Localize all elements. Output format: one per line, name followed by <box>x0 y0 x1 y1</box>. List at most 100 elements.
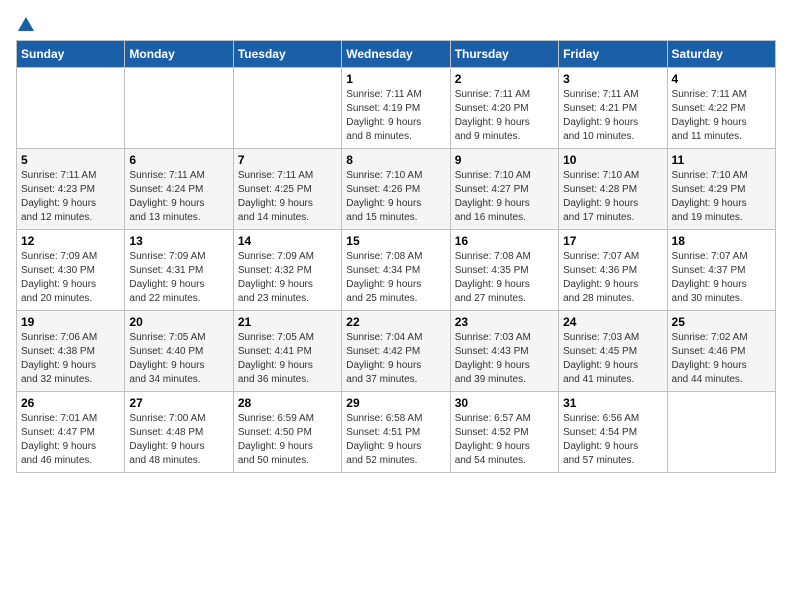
day-number: 20 <box>129 315 228 329</box>
weekday-header-sunday: Sunday <box>17 41 125 68</box>
calendar-cell: 6 Sunrise: 7:11 AM Sunset: 4:24 PM Daylig… <box>125 149 233 230</box>
calendar-cell: 4 Sunrise: 7:11 AM Sunset: 4:22 PM Daylig… <box>667 68 775 149</box>
weekday-header-friday: Friday <box>559 41 667 68</box>
day-number: 11 <box>672 153 771 167</box>
day-info: Sunrise: 7:11 AM Sunset: 4:24 PM Dayligh… <box>129 169 228 225</box>
calendar-week-row: 19 Sunrise: 7:06 AM Sunset: 4:38 PM Dayli… <box>17 311 776 392</box>
calendar-cell: 1 Sunrise: 7:11 AM Sunset: 4:19 PM Daylig… <box>342 68 450 149</box>
day-info: Sunrise: 7:09 AM Sunset: 4:30 PM Dayligh… <box>21 250 120 306</box>
day-info: Sunrise: 7:09 AM Sunset: 4:31 PM Dayligh… <box>129 250 228 306</box>
weekday-header-monday: Monday <box>125 41 233 68</box>
day-info: Sunrise: 7:05 AM Sunset: 4:41 PM Dayligh… <box>238 331 337 387</box>
day-info: Sunrise: 7:07 AM Sunset: 4:36 PM Dayligh… <box>563 250 662 306</box>
day-info: Sunrise: 7:00 AM Sunset: 4:48 PM Dayligh… <box>129 412 228 468</box>
day-info: Sunrise: 6:59 AM Sunset: 4:50 PM Dayligh… <box>238 412 337 468</box>
calendar-table: SundayMondayTuesdayWednesdayThursdayFrid… <box>16 40 776 473</box>
calendar-cell: 12 Sunrise: 7:09 AM Sunset: 4:30 PM Dayli… <box>17 230 125 311</box>
day-number: 18 <box>672 234 771 248</box>
calendar-cell: 17 Sunrise: 7:07 AM Sunset: 4:36 PM Dayli… <box>559 230 667 311</box>
day-info: Sunrise: 7:08 AM Sunset: 4:34 PM Dayligh… <box>346 250 445 306</box>
calendar-week-row: 12 Sunrise: 7:09 AM Sunset: 4:30 PM Dayli… <box>17 230 776 311</box>
day-number: 21 <box>238 315 337 329</box>
day-number: 25 <box>672 315 771 329</box>
day-number: 26 <box>21 396 120 410</box>
calendar-cell <box>17 68 125 149</box>
weekday-header-wednesday: Wednesday <box>342 41 450 68</box>
calendar-cell: 21 Sunrise: 7:05 AM Sunset: 4:41 PM Dayli… <box>233 311 341 392</box>
calendar-cell: 22 Sunrise: 7:04 AM Sunset: 4:42 PM Dayli… <box>342 311 450 392</box>
calendar-cell: 7Sunrise: 7:11 AM Sunset: 4:25 PM Daylig… <box>233 149 341 230</box>
day-info: Sunrise: 7:03 AM Sunset: 4:45 PM Dayligh… <box>563 331 662 387</box>
day-number: 3 <box>563 72 662 86</box>
day-info: Sunrise: 7:10 AM Sunset: 4:27 PM Dayligh… <box>455 169 554 225</box>
day-info: Sunrise: 7:06 AM Sunset: 4:38 PM Dayligh… <box>21 331 120 387</box>
day-info: Sunrise: 7:11 AM Sunset: 4:20 PM Dayligh… <box>455 88 554 144</box>
calendar-cell: 14 Sunrise: 7:09 AM Sunset: 4:32 PM Dayli… <box>233 230 341 311</box>
calendar-cell: 30 Sunrise: 6:57 AM Sunset: 4:52 PM Dayli… <box>450 392 558 473</box>
calendar-cell: 25 Sunrise: 7:02 AM Sunset: 4:46 PM Dayli… <box>667 311 775 392</box>
day-number: 12 <box>21 234 120 248</box>
calendar-week-row: 5 Sunrise: 7:11 AM Sunset: 4:23 PM Daylig… <box>17 149 776 230</box>
day-info: Sunrise: 6:58 AM Sunset: 4:51 PM Dayligh… <box>346 412 445 468</box>
day-info: Sunrise: 7:04 AM Sunset: 4:42 PM Dayligh… <box>346 331 445 387</box>
day-info: Sunrise: 7:08 AM Sunset: 4:35 PM Dayligh… <box>455 250 554 306</box>
calendar-cell <box>125 68 233 149</box>
calendar-cell: 27 Sunrise: 7:00 AM Sunset: 4:48 PM Dayli… <box>125 392 233 473</box>
calendar-cell: 19 Sunrise: 7:06 AM Sunset: 4:38 PM Dayli… <box>17 311 125 392</box>
day-number: 22 <box>346 315 445 329</box>
day-number: 1 <box>346 72 445 86</box>
day-number: 16 <box>455 234 554 248</box>
day-info: Sunrise: 7:11 AM Sunset: 4:25 PM Dayligh… <box>238 169 337 225</box>
day-number: 19 <box>21 315 120 329</box>
day-number: 23 <box>455 315 554 329</box>
day-number: 17 <box>563 234 662 248</box>
calendar-week-row: 1 Sunrise: 7:11 AM Sunset: 4:19 PM Daylig… <box>17 68 776 149</box>
day-number: 5 <box>21 153 120 167</box>
calendar-cell: 13 Sunrise: 7:09 AM Sunset: 4:31 PM Dayli… <box>125 230 233 311</box>
calendar-cell: 16 Sunrise: 7:08 AM Sunset: 4:35 PM Dayli… <box>450 230 558 311</box>
calendar-cell: 24Sunrise: 7:03 AM Sunset: 4:45 PM Dayli… <box>559 311 667 392</box>
day-info: Sunrise: 7:11 AM Sunset: 4:22 PM Dayligh… <box>672 88 771 144</box>
day-info: Sunrise: 7:10 AM Sunset: 4:26 PM Dayligh… <box>346 169 445 225</box>
day-number: 29 <box>346 396 445 410</box>
calendar-cell: 18 Sunrise: 7:07 AM Sunset: 4:37 PM Dayli… <box>667 230 775 311</box>
day-info: Sunrise: 7:02 AM Sunset: 4:46 PM Dayligh… <box>672 331 771 387</box>
calendar-cell: 23 Sunrise: 7:03 AM Sunset: 4:43 PM Dayli… <box>450 311 558 392</box>
calendar-cell: 15 Sunrise: 7:08 AM Sunset: 4:34 PM Dayli… <box>342 230 450 311</box>
day-number: 27 <box>129 396 228 410</box>
day-info: Sunrise: 7:10 AM Sunset: 4:29 PM Dayligh… <box>672 169 771 225</box>
calendar-cell: 9Sunrise: 7:10 AM Sunset: 4:27 PM Daylig… <box>450 149 558 230</box>
day-number: 15 <box>346 234 445 248</box>
day-number: 2 <box>455 72 554 86</box>
page-header <box>16 16 776 30</box>
calendar-cell: 3 Sunrise: 7:11 AM Sunset: 4:21 PM Daylig… <box>559 68 667 149</box>
weekday-header-saturday: Saturday <box>667 41 775 68</box>
logo-icon <box>17 16 35 34</box>
day-number: 30 <box>455 396 554 410</box>
day-number: 14 <box>238 234 337 248</box>
day-info: Sunrise: 7:11 AM Sunset: 4:23 PM Dayligh… <box>21 169 120 225</box>
day-number: 13 <box>129 234 228 248</box>
day-number: 31 <box>563 396 662 410</box>
day-number: 6 <box>129 153 228 167</box>
calendar-cell: 8Sunrise: 7:10 AM Sunset: 4:26 PM Daylig… <box>342 149 450 230</box>
calendar-week-row: 26 Sunrise: 7:01 AM Sunset: 4:47 PM Dayli… <box>17 392 776 473</box>
calendar-cell: 10Sunrise: 7:10 AM Sunset: 4:28 PM Dayli… <box>559 149 667 230</box>
calendar-cell: 29 Sunrise: 6:58 AM Sunset: 4:51 PM Dayli… <box>342 392 450 473</box>
day-info: Sunrise: 6:56 AM Sunset: 4:54 PM Dayligh… <box>563 412 662 468</box>
day-number: 10 <box>563 153 662 167</box>
day-number: 4 <box>672 72 771 86</box>
calendar-cell: 20 Sunrise: 7:05 AM Sunset: 4:40 PM Dayli… <box>125 311 233 392</box>
calendar-cell: 26 Sunrise: 7:01 AM Sunset: 4:47 PM Dayli… <box>17 392 125 473</box>
day-info: Sunrise: 7:11 AM Sunset: 4:21 PM Dayligh… <box>563 88 662 144</box>
calendar-cell: 31 Sunrise: 6:56 AM Sunset: 4:54 PM Dayli… <box>559 392 667 473</box>
calendar-cell: 5 Sunrise: 7:11 AM Sunset: 4:23 PM Daylig… <box>17 149 125 230</box>
day-info: Sunrise: 7:05 AM Sunset: 4:40 PM Dayligh… <box>129 331 228 387</box>
day-info: Sunrise: 7:07 AM Sunset: 4:37 PM Dayligh… <box>672 250 771 306</box>
day-info: Sunrise: 7:03 AM Sunset: 4:43 PM Dayligh… <box>455 331 554 387</box>
day-info: Sunrise: 7:09 AM Sunset: 4:32 PM Dayligh… <box>238 250 337 306</box>
weekday-header-tuesday: Tuesday <box>233 41 341 68</box>
day-info: Sunrise: 7:11 AM Sunset: 4:19 PM Dayligh… <box>346 88 445 144</box>
day-info: Sunrise: 6:57 AM Sunset: 4:52 PM Dayligh… <box>455 412 554 468</box>
day-info: Sunrise: 7:01 AM Sunset: 4:47 PM Dayligh… <box>21 412 120 468</box>
